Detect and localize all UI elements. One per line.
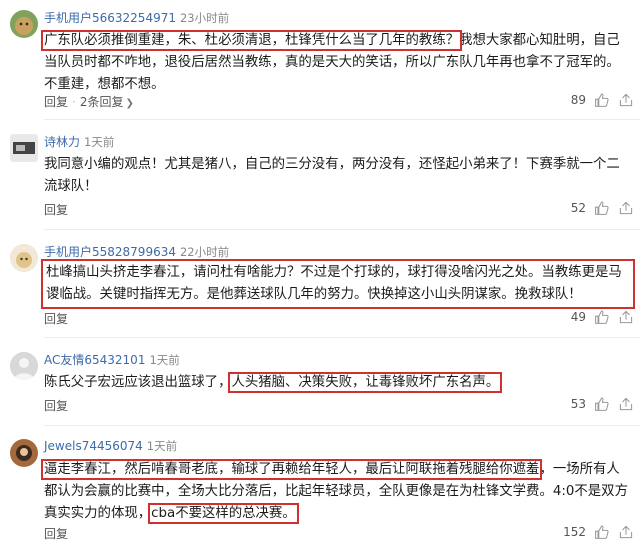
like-count: 53: [570, 397, 586, 411]
comment-author[interactable]: Jewels74456074 1天前: [44, 438, 177, 454]
avatar[interactable]: [10, 439, 38, 467]
thumbs-up-icon[interactable]: [594, 92, 610, 108]
reply-button[interactable]: 回复: [44, 399, 68, 413]
user-avatar-icon: [10, 134, 38, 162]
user-avatar-icon: [10, 244, 38, 272]
user-avatar-icon: [10, 352, 38, 380]
highlighted-text: 逼走李春江，然后啃春哥老底，输球了再赖给年轻人，最后让阿联拖着残腿给你遮羞: [40, 459, 543, 480]
comment-text: 陈氏父子宏远应该退出篮球了，人头猪脑、决策失败，让毒锋败坏广东名声。: [44, 372, 503, 393]
share-icon[interactable]: [618, 309, 634, 325]
reply-button[interactable]: 回复: [44, 312, 68, 326]
reply-button[interactable]: 回复: [44, 203, 68, 217]
comment-time: 23小时前: [179, 11, 230, 25]
highlighted-text: 广东队必须推倒重建，朱、杜必须清退，杜锋凭什么当了几年的教练？: [40, 30, 463, 51]
thumbs-up-icon[interactable]: [594, 200, 610, 216]
avatar[interactable]: [10, 134, 38, 162]
comment-author[interactable]: 手机用户55828799634 22小时前: [44, 243, 229, 260]
reply-button[interactable]: 回复: [44, 95, 68, 109]
comment-time: 1天前: [84, 135, 115, 149]
user-avatar-icon: [10, 439, 38, 467]
highlighted-text: cba不要这样的总决赛。: [148, 503, 299, 524]
highlighted-text: 杜峰搞山头挤走李春江，请问杜有啥能力？不过是个打球的，球打得没啥闪光之处。当教练…: [41, 259, 635, 309]
thumbs-up-icon[interactable]: [594, 309, 610, 325]
like-count: 49: [570, 310, 586, 324]
user-avatar-icon: [10, 10, 38, 38]
comment-time: 1天前: [149, 353, 180, 367]
comment-text: 我同意小编的观点！尤其是猪八，自己的三分没有，两分没有，还怪起小弟来了！下赛季就…: [44, 157, 620, 194]
comment-author[interactable]: AC友情65432101 1天前: [44, 351, 180, 368]
divider: [44, 119, 640, 120]
comment-author[interactable]: 手机用户56632254971 23小时前: [44, 9, 229, 26]
divider: [44, 229, 640, 230]
comment-text: 逼走李春江，然后啃春哥老底，输球了再赖给年轻人，最后让阿联拖着残腿给你遮羞，一场…: [40, 459, 628, 524]
like-count: 152: [563, 525, 586, 539]
view-replies-link[interactable]: 2条回复: [80, 95, 124, 109]
share-icon[interactable]: [618, 200, 634, 216]
comment-text: 杜峰搞山头挤走李春江，请问杜有啥能力？不过是个打球的，球打得没啥闪光之处。当教练…: [41, 259, 635, 309]
avatar[interactable]: [10, 10, 38, 38]
like-count: 52: [570, 201, 586, 215]
avatar[interactable]: [10, 352, 38, 380]
comment-time: 22小时前: [179, 245, 230, 259]
thumbs-up-icon[interactable]: [594, 524, 610, 540]
comment-time: 1天前: [146, 439, 178, 453]
avatar[interactable]: [10, 244, 38, 272]
like-count: 89: [570, 93, 586, 107]
highlighted-text: 人头猪脑、决策失败，让毒锋败坏广东名声。: [228, 372, 503, 393]
thumbs-up-icon[interactable]: [594, 396, 610, 412]
comment-text: 广东队必须推倒重建，朱、杜必须清退，杜锋凭什么当了几年的教练？我想大家都心知肚明…: [40, 30, 620, 92]
share-icon[interactable]: [618, 524, 634, 540]
divider: [44, 337, 640, 338]
share-icon[interactable]: [618, 396, 634, 412]
divider: [44, 425, 640, 426]
share-icon[interactable]: [618, 92, 634, 108]
comment-author[interactable]: 诗林力 1天前: [44, 133, 114, 150]
reply-button[interactable]: 回复: [44, 527, 68, 541]
chevron-right-icon: ❯: [125, 98, 134, 109]
